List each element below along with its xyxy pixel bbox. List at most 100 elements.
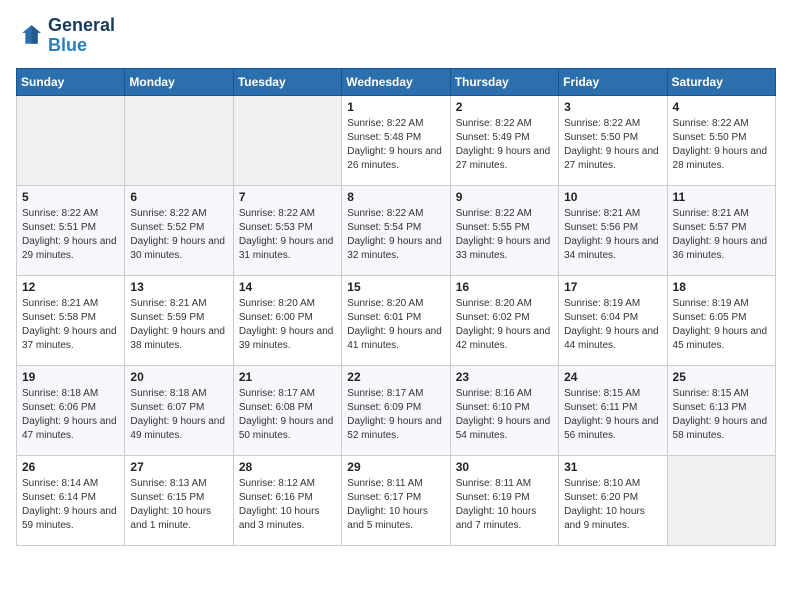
day-info: Sunrise: 8:15 AM Sunset: 6:11 PM Dayligh… <box>564 387 661 443</box>
day-number: 15 <box>347 280 444 294</box>
day-number: 21 <box>239 370 336 384</box>
calendar-cell: 5 Sunrise: 8:22 AM Sunset: 5:51 PM Daylig… <box>17 185 125 275</box>
day-info: Sunrise: 8:10 AM Sunset: 6:20 PM Dayligh… <box>564 477 661 533</box>
calendar-cell: 25 Sunrise: 8:15 AM Sunset: 6:13 PM Dayli… <box>667 365 775 455</box>
calendar-cell: 30 Sunrise: 8:11 AM Sunset: 6:19 PM Dayli… <box>450 455 558 545</box>
day-info: Sunrise: 8:21 AM Sunset: 5:58 PM Dayligh… <box>22 297 119 353</box>
calendar-cell: 20 Sunrise: 8:18 AM Sunset: 6:07 PM Dayli… <box>125 365 233 455</box>
day-info: Sunrise: 8:14 AM Sunset: 6:14 PM Dayligh… <box>22 477 119 533</box>
calendar-cell: 11 Sunrise: 8:21 AM Sunset: 5:57 PM Dayli… <box>667 185 775 275</box>
calendar-cell: 21 Sunrise: 8:17 AM Sunset: 6:08 PM Dayli… <box>233 365 341 455</box>
day-info: Sunrise: 8:19 AM Sunset: 6:04 PM Dayligh… <box>564 297 661 353</box>
day-number: 1 <box>347 100 444 114</box>
calendar-cell: 23Sunrise: 8:16 AM Sunset: 6:10 PM Dayli… <box>450 365 558 455</box>
logo-icon <box>16 22 44 50</box>
day-number: 10 <box>564 190 661 204</box>
day-number: 22 <box>347 370 444 384</box>
day-info: Sunrise: 8:22 AM Sunset: 5:49 PM Dayligh… <box>456 117 553 173</box>
day-number: 19 <box>22 370 119 384</box>
day-info: Sunrise: 8:22 AM Sunset: 5:53 PM Dayligh… <box>239 207 336 263</box>
calendar-week-row: 19 Sunrise: 8:18 AM Sunset: 6:06 PM Dayli… <box>17 365 776 455</box>
day-info: Sunrise: 8:11 AM Sunset: 6:19 PM Dayligh… <box>456 477 553 533</box>
day-info: Sunrise: 8:21 AM Sunset: 5:56 PM Dayligh… <box>564 207 661 263</box>
calendar-cell: 22 Sunrise: 8:17 AM Sunset: 6:09 PM Dayli… <box>342 365 450 455</box>
day-info: Sunrise: 8:18 AM Sunset: 6:06 PM Dayligh… <box>22 387 119 443</box>
calendar-cell <box>233 95 341 185</box>
day-info: Sunrise: 8:17 AM Sunset: 6:09 PM Dayligh… <box>347 387 444 443</box>
day-info: Sunrise: 8:13 AM Sunset: 6:15 PM Dayligh… <box>130 477 227 533</box>
calendar-cell: 27 Sunrise: 8:13 AM Sunset: 6:15 PM Dayli… <box>125 455 233 545</box>
day-number: 18 <box>673 280 770 294</box>
weekday-header: Wednesday <box>342 68 450 95</box>
day-number: 3 <box>564 100 661 114</box>
day-number: 30 <box>456 460 553 474</box>
day-number: 6 <box>130 190 227 204</box>
day-number: 24 <box>564 370 661 384</box>
day-info: Sunrise: 8:15 AM Sunset: 6:13 PM Dayligh… <box>673 387 770 443</box>
calendar-week-row: 26Sunrise: 8:14 AM Sunset: 6:14 PM Dayli… <box>17 455 776 545</box>
day-info: Sunrise: 8:22 AM Sunset: 5:50 PM Dayligh… <box>564 117 661 173</box>
day-number: 8 <box>347 190 444 204</box>
day-number: 27 <box>130 460 227 474</box>
day-number: 28 <box>239 460 336 474</box>
weekday-header: Sunday <box>17 68 125 95</box>
calendar-cell: 28 Sunrise: 8:12 AM Sunset: 6:16 PM Dayli… <box>233 455 341 545</box>
calendar-cell: 17 Sunrise: 8:19 AM Sunset: 6:04 PM Dayli… <box>559 275 667 365</box>
day-info: Sunrise: 8:20 AM Sunset: 6:00 PM Dayligh… <box>239 297 336 353</box>
calendar-cell: 13Sunrise: 8:21 AM Sunset: 5:59 PM Dayli… <box>125 275 233 365</box>
calendar-week-row: 5 Sunrise: 8:22 AM Sunset: 5:51 PM Daylig… <box>17 185 776 275</box>
calendar-cell <box>667 455 775 545</box>
calendar-week-row: 12 Sunrise: 8:21 AM Sunset: 5:58 PM Dayli… <box>17 275 776 365</box>
day-number: 31 <box>564 460 661 474</box>
day-number: 4 <box>673 100 770 114</box>
day-number: 29 <box>347 460 444 474</box>
calendar-cell: 15 Sunrise: 8:20 AM Sunset: 6:01 PM Dayli… <box>342 275 450 365</box>
calendar-cell: 18Sunrise: 8:19 AM Sunset: 6:05 PM Dayli… <box>667 275 775 365</box>
weekday-header: Monday <box>125 68 233 95</box>
calendar-cell: 16 Sunrise: 8:20 AM Sunset: 6:02 PM Dayli… <box>450 275 558 365</box>
day-number: 7 <box>239 190 336 204</box>
day-info: Sunrise: 8:17 AM Sunset: 6:08 PM Dayligh… <box>239 387 336 443</box>
calendar-week-row: 1Sunrise: 8:22 AM Sunset: 5:48 PM Daylig… <box>17 95 776 185</box>
calendar-cell: 12 Sunrise: 8:21 AM Sunset: 5:58 PM Dayli… <box>17 275 125 365</box>
day-info: Sunrise: 8:12 AM Sunset: 6:16 PM Dayligh… <box>239 477 336 533</box>
calendar-cell <box>125 95 233 185</box>
day-number: 16 <box>456 280 553 294</box>
day-number: 12 <box>22 280 119 294</box>
day-info: Sunrise: 8:16 AM Sunset: 6:10 PM Dayligh… <box>456 387 553 443</box>
calendar-table: SundayMondayTuesdayWednesdayThursdayFrid… <box>16 68 776 546</box>
day-number: 25 <box>673 370 770 384</box>
day-info: Sunrise: 8:20 AM Sunset: 6:02 PM Dayligh… <box>456 297 553 353</box>
day-info: Sunrise: 8:20 AM Sunset: 6:01 PM Dayligh… <box>347 297 444 353</box>
calendar-cell: 6 Sunrise: 8:22 AM Sunset: 5:52 PM Daylig… <box>125 185 233 275</box>
day-number: 14 <box>239 280 336 294</box>
day-number: 11 <box>673 190 770 204</box>
day-number: 9 <box>456 190 553 204</box>
day-info: Sunrise: 8:22 AM Sunset: 5:50 PM Dayligh… <box>673 117 770 173</box>
calendar-cell <box>17 95 125 185</box>
day-info: Sunrise: 8:18 AM Sunset: 6:07 PM Dayligh… <box>130 387 227 443</box>
day-info: Sunrise: 8:22 AM Sunset: 5:55 PM Dayligh… <box>456 207 553 263</box>
day-info: Sunrise: 8:21 AM Sunset: 5:57 PM Dayligh… <box>673 207 770 263</box>
day-number: 20 <box>130 370 227 384</box>
calendar-header-row: SundayMondayTuesdayWednesdayThursdayFrid… <box>17 68 776 95</box>
calendar-cell: 2Sunrise: 8:22 AM Sunset: 5:49 PM Daylig… <box>450 95 558 185</box>
calendar-cell: 1Sunrise: 8:22 AM Sunset: 5:48 PM Daylig… <box>342 95 450 185</box>
weekday-header: Friday <box>559 68 667 95</box>
calendar-cell: 24 Sunrise: 8:15 AM Sunset: 6:11 PM Dayli… <box>559 365 667 455</box>
calendar-cell: 26Sunrise: 8:14 AM Sunset: 6:14 PM Dayli… <box>17 455 125 545</box>
day-info: Sunrise: 8:22 AM Sunset: 5:54 PM Dayligh… <box>347 207 444 263</box>
calendar-cell: 8 Sunrise: 8:22 AM Sunset: 5:54 PM Daylig… <box>342 185 450 275</box>
day-info: Sunrise: 8:22 AM Sunset: 5:52 PM Dayligh… <box>130 207 227 263</box>
logo-text: General Blue <box>48 16 115 56</box>
calendar-cell: 9 Sunrise: 8:22 AM Sunset: 5:55 PM Daylig… <box>450 185 558 275</box>
day-number: 5 <box>22 190 119 204</box>
weekday-header: Saturday <box>667 68 775 95</box>
day-number: 17 <box>564 280 661 294</box>
day-info: Sunrise: 8:22 AM Sunset: 5:51 PM Dayligh… <box>22 207 119 263</box>
weekday-header: Thursday <box>450 68 558 95</box>
calendar-cell: 31 Sunrise: 8:10 AM Sunset: 6:20 PM Dayli… <box>559 455 667 545</box>
calendar-cell: 4 Sunrise: 8:22 AM Sunset: 5:50 PM Daylig… <box>667 95 775 185</box>
calendar-cell: 3 Sunrise: 8:22 AM Sunset: 5:50 PM Daylig… <box>559 95 667 185</box>
calendar-cell: 19 Sunrise: 8:18 AM Sunset: 6:06 PM Dayli… <box>17 365 125 455</box>
